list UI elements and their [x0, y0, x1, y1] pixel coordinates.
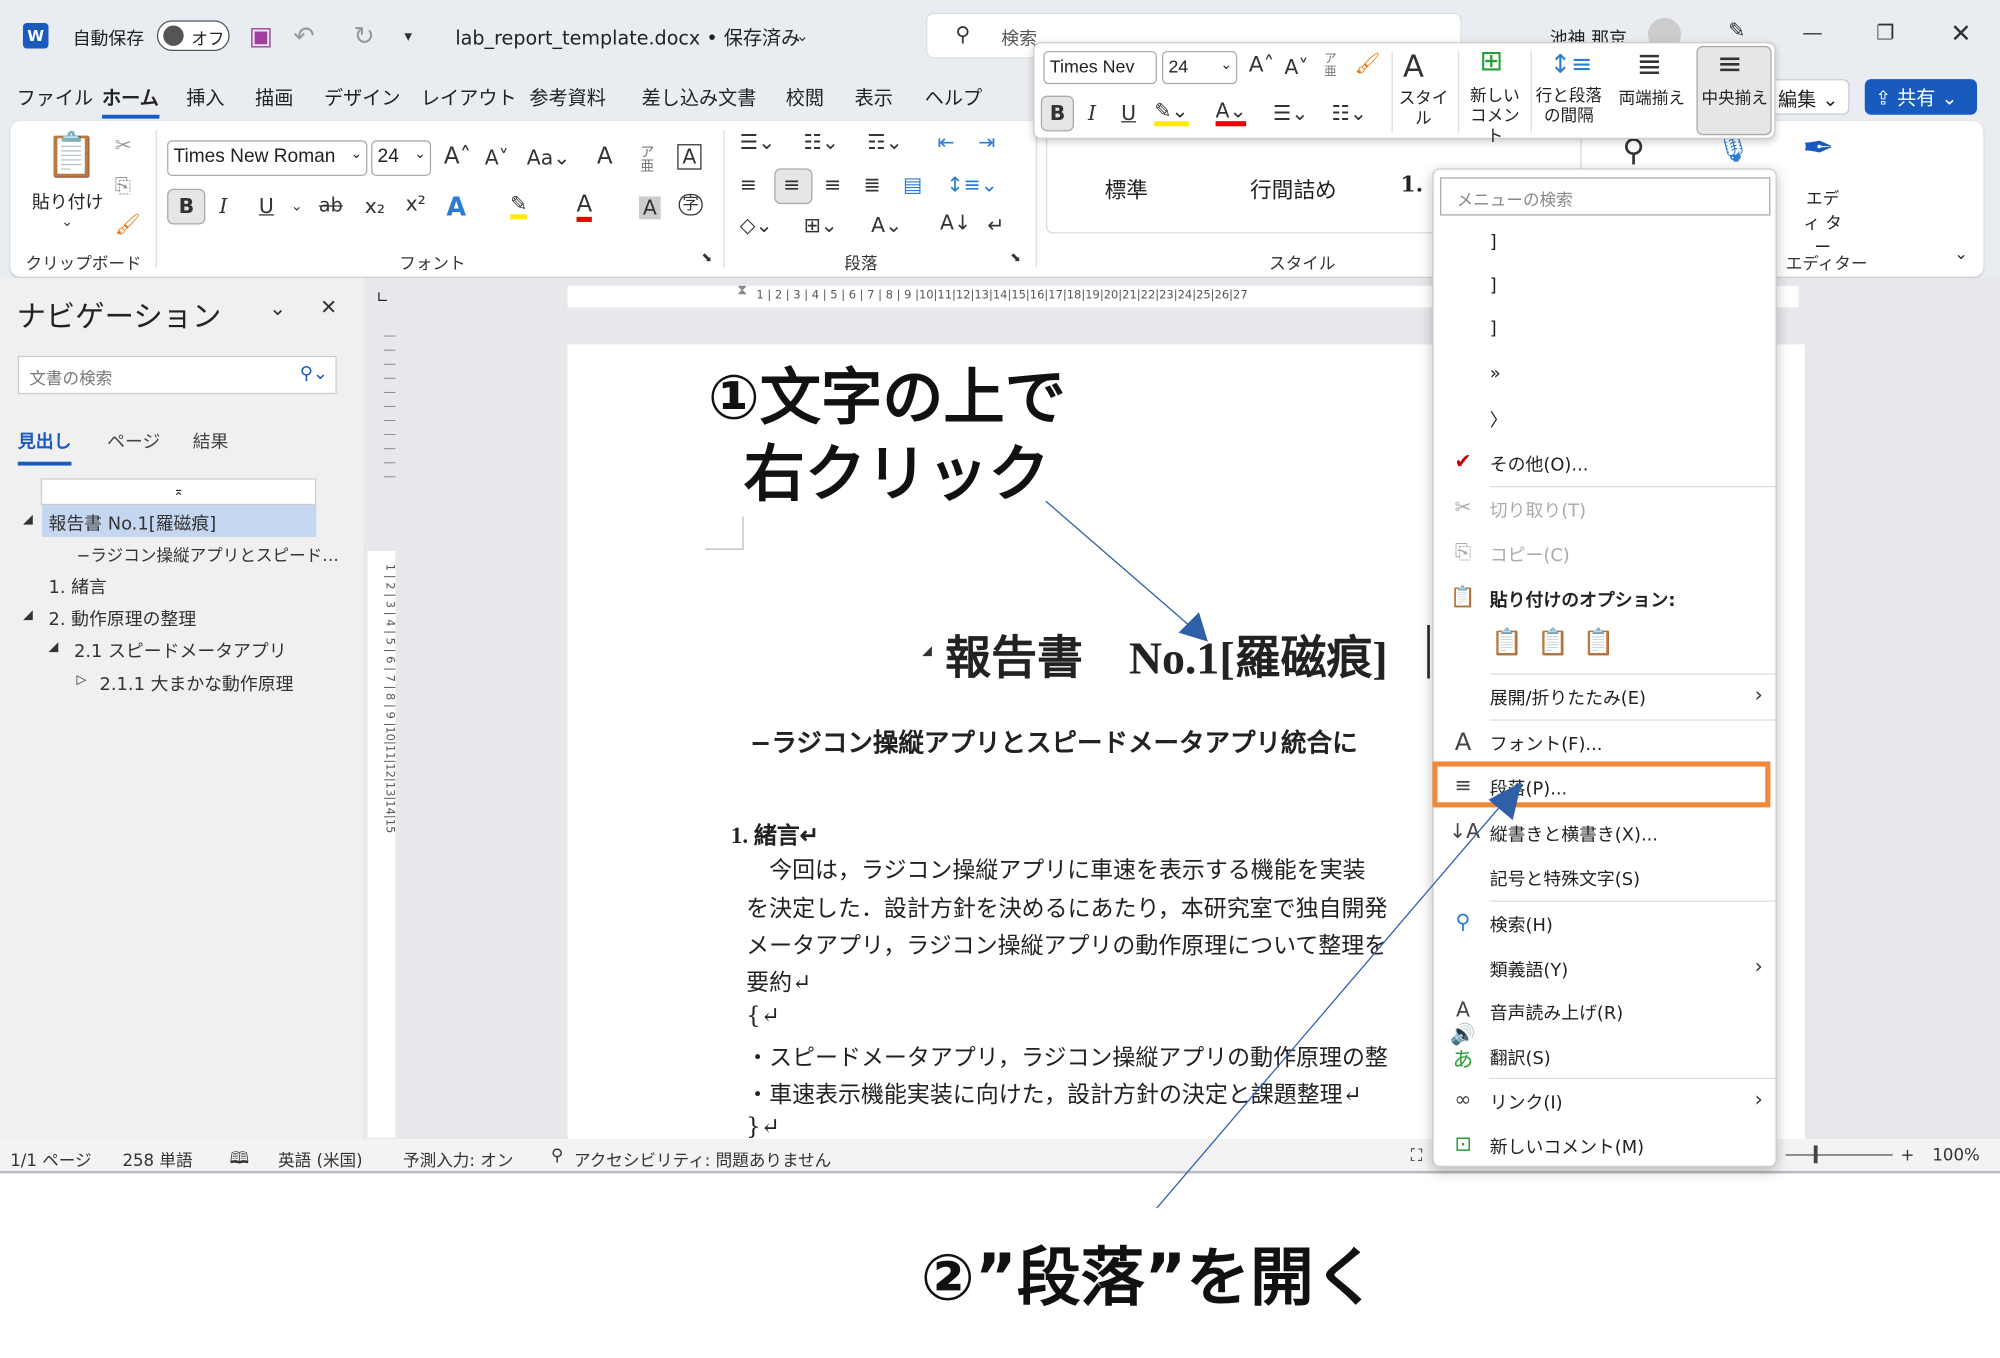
arrow-step1-head — [1178, 612, 1208, 642]
annotation-step2: ②”段落”を開く — [920, 1241, 1378, 1316]
arrow-step1-line — [1045, 500, 1190, 626]
arrow-step2-line — [1156, 803, 1504, 1209]
annotation-arrows — [1045, 500, 1522, 1209]
